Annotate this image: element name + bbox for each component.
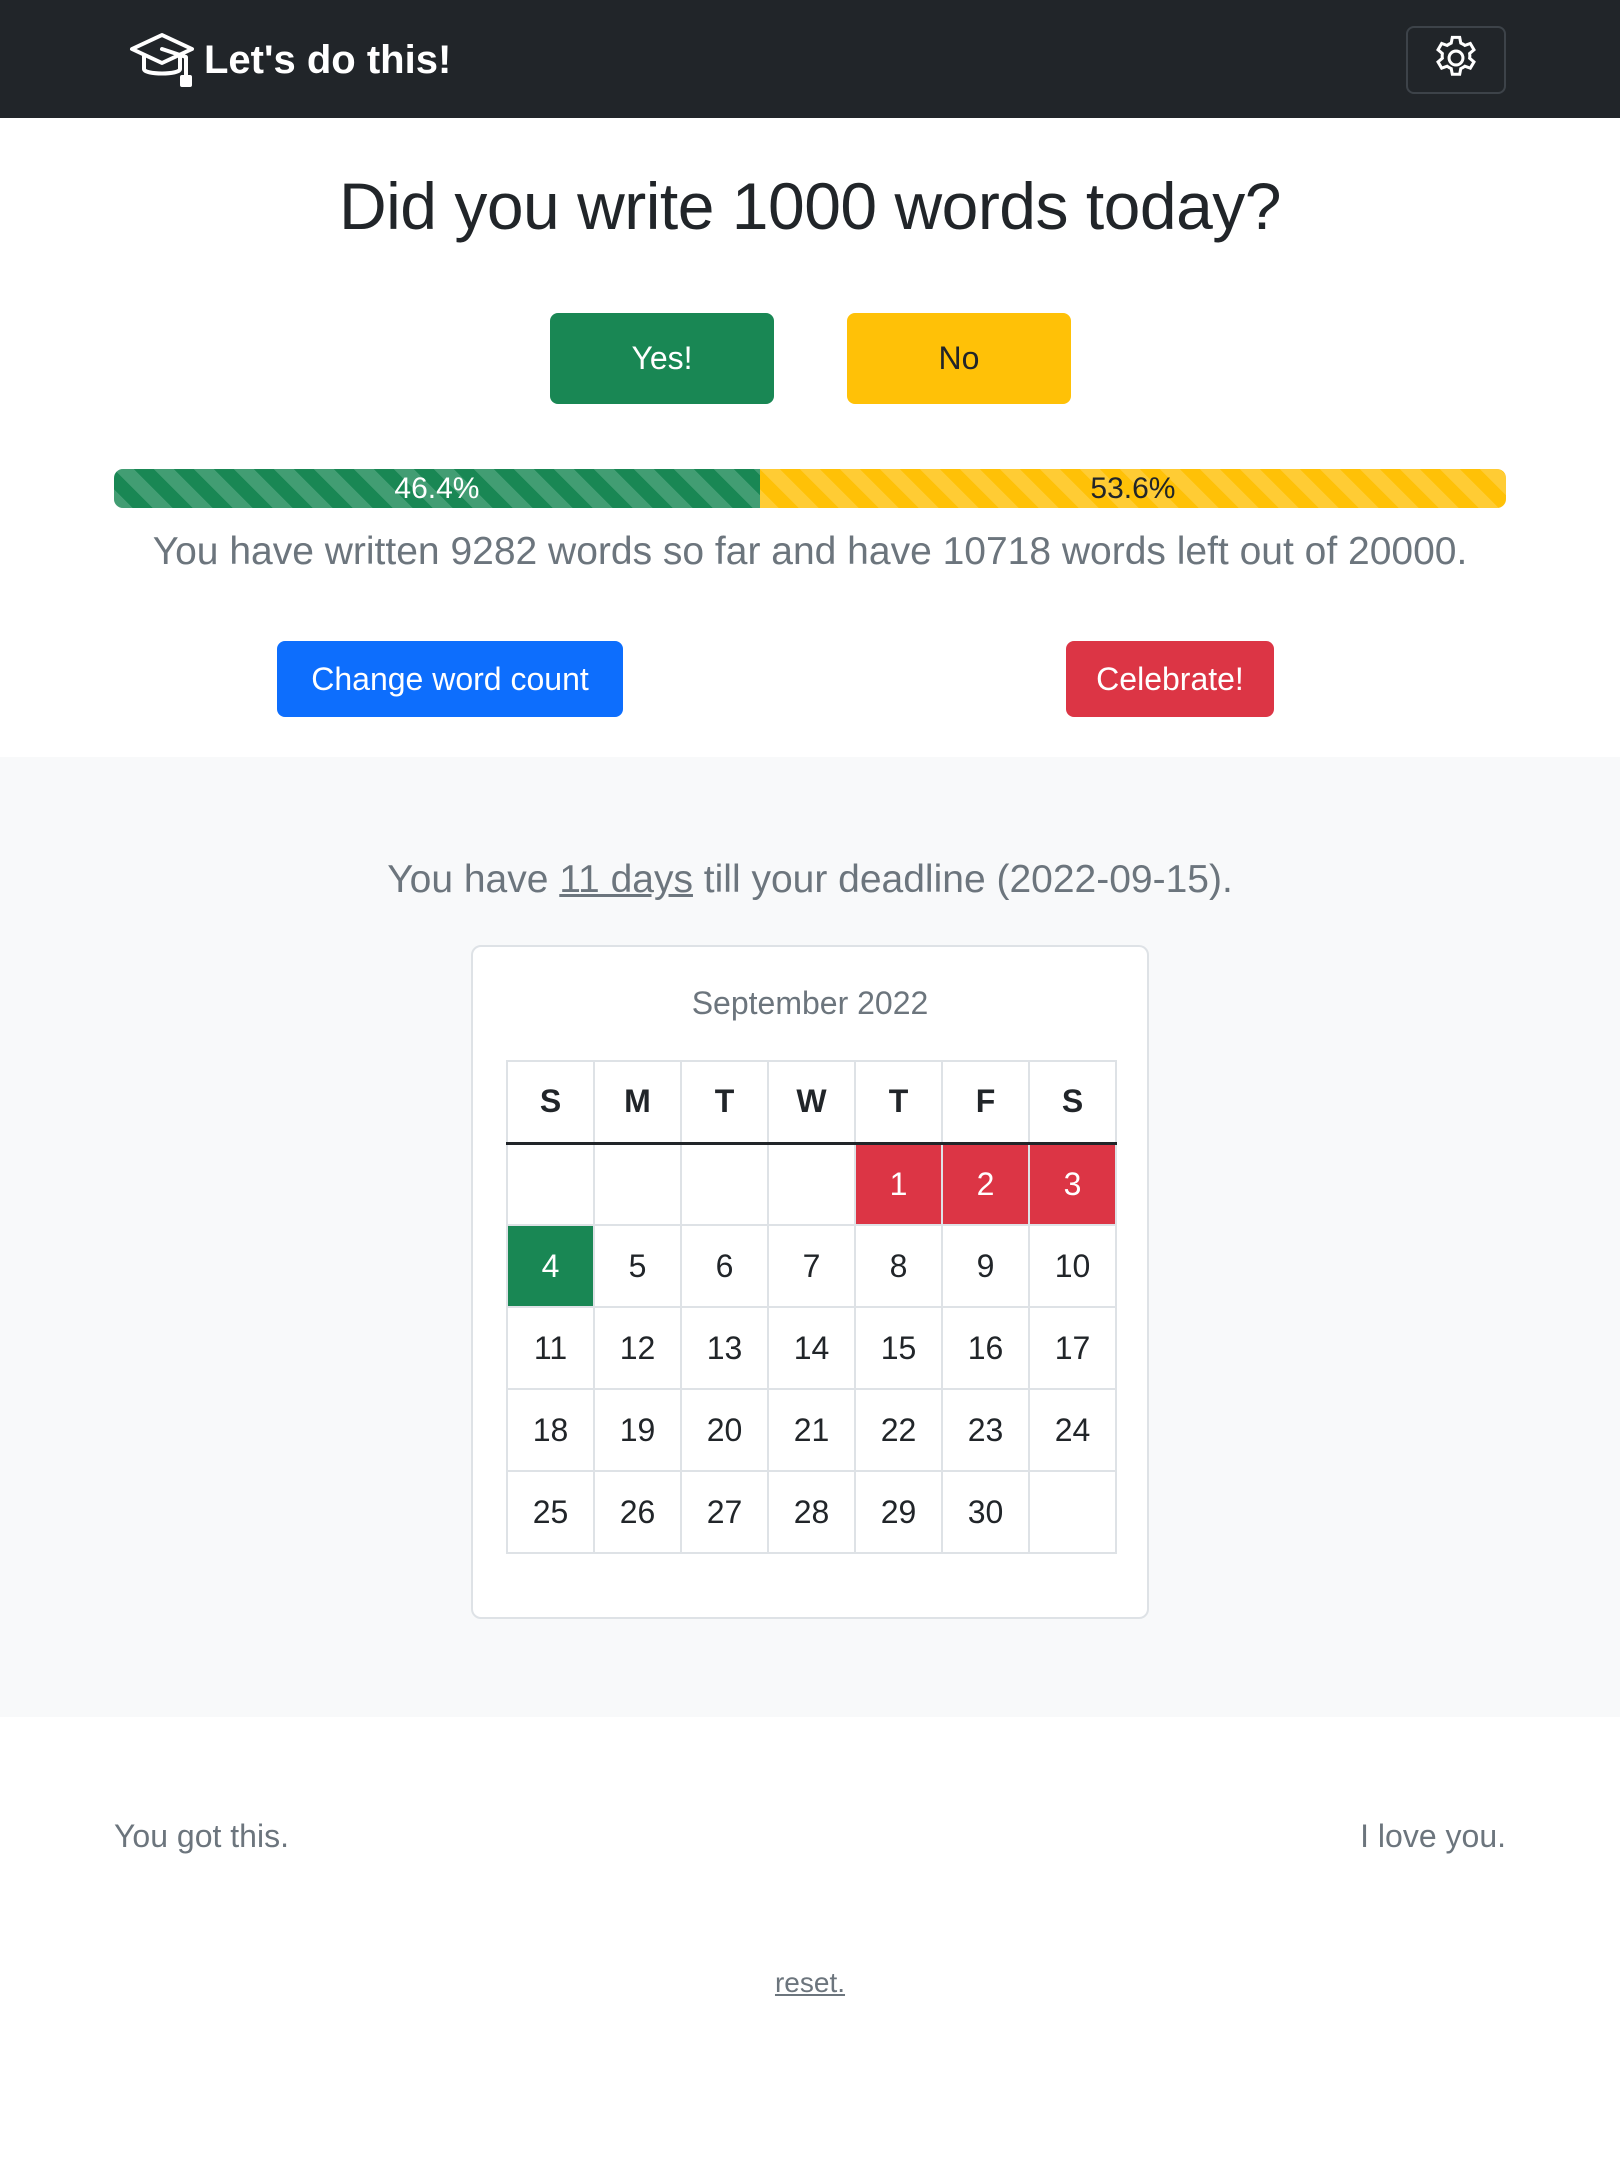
- calendar-day[interactable]: 2: [941, 1142, 1030, 1226]
- calendar-day[interactable]: 4: [506, 1224, 595, 1308]
- calendar-day[interactable]: 26: [593, 1470, 682, 1554]
- deadline-suffix: till your deadline (2022-09-15).: [692, 858, 1233, 901]
- calendar-empty-cell: [1028, 1470, 1117, 1554]
- weekday-header: S: [1028, 1060, 1117, 1145]
- calendar-day[interactable]: 1: [854, 1142, 943, 1226]
- calendar-week: 123: [506, 1142, 1117, 1226]
- calendar-month: September 2022: [691, 985, 929, 1021]
- calendar-day[interactable]: 5: [593, 1224, 682, 1308]
- calendar-day[interactable]: 6: [680, 1224, 769, 1308]
- word-summary: You have written 9282 words so far and h…: [152, 530, 1468, 573]
- calendar-day[interactable]: 9: [941, 1224, 1030, 1308]
- weekday-header: M: [593, 1060, 682, 1145]
- calendar-day[interactable]: 13: [680, 1306, 769, 1390]
- calendar-day[interactable]: 28: [767, 1470, 856, 1554]
- calendar-day[interactable]: 14: [767, 1306, 856, 1390]
- yes-button[interactable]: Yes!: [550, 313, 774, 404]
- calendar-day[interactable]: 10: [1028, 1224, 1117, 1308]
- footer-left-text: You got this.: [114, 1818, 289, 1854]
- weekday-header: T: [680, 1060, 769, 1145]
- progress-left: 53.6%: [759, 469, 1506, 508]
- calendar-empty-cell: [506, 1142, 595, 1226]
- no-button[interactable]: No: [847, 313, 1071, 404]
- page-title: Did you write 1000 words today?: [338, 169, 1282, 243]
- calendar-day[interactable]: 8: [854, 1224, 943, 1308]
- weekday-header: S: [506, 1060, 595, 1145]
- calendar-day[interactable]: 25: [506, 1470, 595, 1554]
- settings-button[interactable]: [1406, 26, 1506, 94]
- calendar-week: 4 5 6 7 8 9 10: [506, 1224, 1117, 1308]
- calendar-empty-cell: [767, 1142, 856, 1226]
- weekday-header: W: [767, 1060, 856, 1145]
- calendar-day[interactable]: 27: [680, 1470, 769, 1554]
- calendar-day[interactable]: 20: [680, 1388, 769, 1472]
- calendar-day[interactable]: 7: [767, 1224, 856, 1308]
- calendar-day[interactable]: 16: [941, 1306, 1030, 1390]
- calendar-day[interactable]: 24: [1028, 1388, 1117, 1472]
- calendar-day[interactable]: 22: [854, 1388, 943, 1472]
- calendar-week: 18 19 20 21 22 23 24: [506, 1388, 1117, 1472]
- calendar-week: 25 26 27 28 29 30: [506, 1470, 1117, 1554]
- calendar-day[interactable]: 18: [506, 1388, 595, 1472]
- reset-link[interactable]: reset.: [775, 1967, 845, 1998]
- calendar-empty-cell: [680, 1142, 769, 1226]
- calendar-day[interactable]: 3: [1028, 1142, 1117, 1226]
- graduation-cap-icon: [128, 27, 196, 94]
- brand-title: Let's do this!: [204, 37, 452, 82]
- deadline-prefix: You have: [387, 858, 560, 901]
- calendar-day[interactable]: 12: [593, 1306, 682, 1390]
- deadline-text: You have 11 days till your deadline (202…: [0, 858, 1620, 902]
- calendar-empty-cell: [593, 1142, 682, 1226]
- progress-written: 46.4%: [114, 469, 760, 508]
- calendar-day[interactable]: 29: [854, 1470, 943, 1554]
- calendar-week: 11 12 13 14 15 16 17: [506, 1306, 1117, 1390]
- calendar-day[interactable]: 19: [593, 1388, 682, 1472]
- word-progress-bar: 46.4% 53.6%: [114, 469, 1506, 508]
- calendar-table: SMTWTFS 1 2 3 4 5 6 7 8 9 10 11 12 13 14 15 16 17 18 19 20 2…: [506, 1060, 1117, 1554]
- weekday-header: T: [854, 1060, 943, 1145]
- change-word-count-button[interactable]: Change word count: [277, 641, 623, 717]
- calendar-day[interactable]: 11: [506, 1306, 595, 1390]
- days-remaining[interactable]: 11 days: [559, 858, 693, 901]
- weekday-header: F: [941, 1060, 1030, 1145]
- footer-right-text: I love you.: [1360, 1818, 1506, 1854]
- calendar-day[interactable]: 30: [941, 1470, 1030, 1554]
- reset-link-wrap: reset.: [0, 1967, 1620, 1999]
- celebrate-button[interactable]: Celebrate!: [1066, 641, 1274, 717]
- gear-icon: [1430, 32, 1482, 89]
- calendar-day[interactable]: 17: [1028, 1306, 1117, 1390]
- calendar-card: September 2022 SMTWTFS 1 2 3 4 5 6 7 8 9 10 11 12 13…: [471, 945, 1149, 1619]
- navbar: Let's do this!: [0, 0, 1620, 118]
- calendar-day[interactable]: 21: [767, 1388, 856, 1472]
- brand[interactable]: Let's do this!: [128, 30, 451, 90]
- calendar-day[interactable]: 15: [854, 1306, 943, 1390]
- calendar-day[interactable]: 23: [941, 1388, 1030, 1472]
